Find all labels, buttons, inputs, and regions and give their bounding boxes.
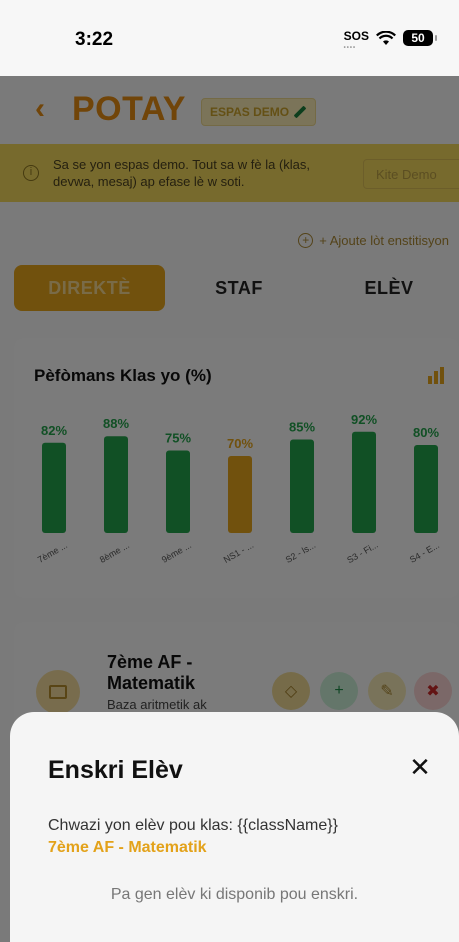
status-icons: SOS •••• 50 (343, 29, 437, 51)
empty-state-message: Pa gen elèv ki disponib pou enskri. (110, 886, 359, 903)
wifi-icon (376, 30, 396, 45)
sheet-title: Enskri Elèv (48, 756, 183, 784)
sos-indicator: SOS •••• (343, 29, 369, 51)
enroll-student-sheet: Enskri Elèv ✕ Chwazi yon elèv pou klas: … (10, 712, 459, 942)
status-time: 3:22 (75, 29, 114, 50)
battery-icon: 50 (403, 30, 437, 46)
status-bar: 3:22 SOS •••• 50 (0, 0, 459, 76)
sheet-class-name: 7ème AF - Matematik (48, 839, 207, 856)
sheet-subtitle: Chwazi yon elèv pou klas: {{className}} (48, 817, 338, 834)
close-icon[interactable]: ✕ (405, 752, 435, 782)
